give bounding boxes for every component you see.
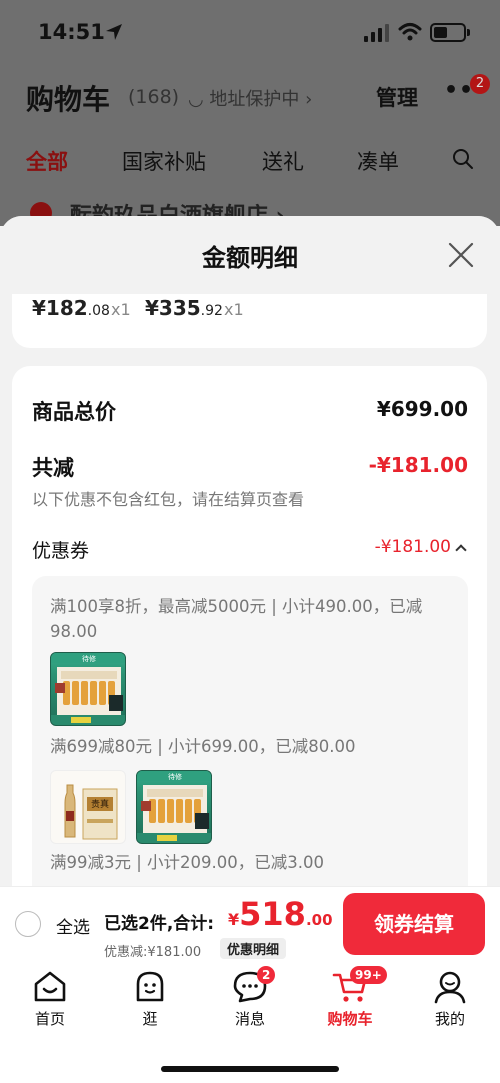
coupon-rule-2: 满699减80元 | 小计699.00，已减80.00	[50, 737, 356, 756]
close-icon[interactable]	[446, 240, 476, 270]
price-item-1: ¥182.08	[32, 296, 110, 320]
checkout-bar: 全选 已选2件,合计: ¥518.00 优惠减:¥181.00 优惠明细 领券结…	[0, 886, 500, 962]
select-all-label[interactable]: 全选	[56, 913, 90, 938]
home-indicator[interactable]	[161, 1066, 339, 1072]
select-all-checkbox[interactable]	[15, 911, 41, 937]
product-tag-text: 待修	[82, 654, 96, 663]
product-name-text: 贵真	[91, 798, 109, 810]
cellular-signal-icon	[364, 24, 389, 42]
product-tag-text-2: 待修	[168, 772, 182, 781]
gift-box-bottle-image: 贵真	[64, 784, 118, 840]
total-amount: ¥518.00	[228, 895, 333, 933]
sheet-title: 金额明细	[202, 244, 298, 272]
selected-count: 已选2件,合计:	[104, 914, 215, 934]
reduce-label: 共减	[32, 456, 74, 480]
tab-cart[interactable]: 购物车 99+	[310, 966, 390, 1029]
background-cart-header: 购物车 (168) ◡ 地址保护中 › 管理 ••• 2 全部 国家补贴 送礼 …	[0, 66, 500, 229]
tab-messages[interactable]: 消息 2	[210, 966, 290, 1029]
coupon-label: 优惠券	[32, 540, 90, 562]
tab-home-label: 首页	[34, 1010, 65, 1028]
cart-count: (168)	[128, 86, 180, 108]
tab-messages-label: 消息	[234, 1010, 265, 1028]
coupon-toggle[interactable]: -¥181.00	[374, 537, 467, 557]
tab-home[interactable]: 首页	[10, 970, 90, 1029]
qty-item-1: x1	[111, 300, 131, 319]
tab-national-subsidy[interactable]: 国家补贴	[122, 146, 206, 176]
coupon-value: -¥181.00	[374, 537, 451, 557]
sheet-header: 金额明细	[0, 216, 500, 294]
cart-title: 购物车	[26, 83, 111, 116]
tab-profile-label: 我的	[434, 1010, 465, 1028]
total-label: 商品总价	[32, 400, 116, 424]
cart-badge: 99+	[350, 966, 387, 984]
messages-badge: 2	[257, 966, 276, 984]
coupon-details: 满100享8折，最高减5000元 | 小计490.00，已减98.00 待修 满…	[32, 576, 468, 886]
tab-profile[interactable]: 我的	[410, 970, 490, 1029]
checkout-button[interactable]: 领券结算	[343, 893, 485, 955]
manage-button[interactable]: 管理	[376, 82, 418, 112]
tab-browse-label: 逛	[142, 1010, 158, 1028]
coupon-rule-3: 满99减3元 | 小计209.00，已减3.00	[50, 853, 325, 872]
price-breakdown-card: 商品总价 ¥699.00 共减 -¥181.00 以下优惠不包含红包，请在结算页…	[12, 366, 487, 886]
product-thumbnail-gift-box[interactable]: 贵真	[50, 770, 126, 844]
discount-detail-button[interactable]: 优惠明细	[220, 938, 287, 959]
chevron-up-icon	[455, 544, 467, 556]
reduce-value: -¥181.00	[368, 453, 468, 477]
address-protection-link[interactable]: ◡ 地址保护中 ›	[188, 85, 312, 111]
product-thumbnail-liquor-box[interactable]: 待修	[50, 652, 126, 726]
price-item-2: ¥335.92	[145, 296, 223, 320]
profile-icon	[434, 971, 466, 1004]
bottom-tab-bar: 首页 逛 消息 2 购物车 99+ 我的	[0, 962, 500, 1083]
more-badge: 2	[470, 74, 490, 94]
battery-tip	[467, 29, 470, 36]
battery-icon	[430, 23, 466, 42]
discount-note: 以下优惠不包含红包，请在结算页查看	[32, 490, 305, 509]
tab-cart-label: 购物车	[327, 1010, 373, 1028]
search-icon[interactable]	[452, 148, 474, 170]
home-icon	[34, 971, 66, 1002]
tab-all[interactable]: 全部	[26, 146, 68, 176]
product-thumbnail-liquor-box-2[interactable]: 待修	[136, 770, 212, 844]
item-prices-card: ¥182.08 x1 ¥335.92 x1	[12, 294, 487, 348]
tab-bundle[interactable]: 凑单	[357, 146, 399, 176]
status-time: 14:51	[38, 20, 105, 44]
status-bar: 14:51	[0, 0, 500, 66]
coupon-rule-1: 满100享8折，最高减5000元 | 小计490.00，已减98.00	[50, 597, 423, 641]
tab-gift[interactable]: 送礼	[262, 146, 304, 176]
amount-detail-sheet: 金额明细 ¥182.08 x1 ¥335.92 x1 商品总价 ¥699.00 …	[0, 216, 500, 886]
total-value: ¥699.00	[376, 397, 468, 421]
liquor-bottles-image-2: 待修	[137, 771, 211, 843]
cart-tabs: 全部 国家补贴 送礼 凑单	[0, 146, 500, 182]
liquor-bottles-image: 待修	[51, 653, 125, 725]
discount-amount: 优惠减:¥181.00	[104, 945, 202, 960]
wifi-icon	[398, 23, 422, 41]
qty-item-2: x1	[224, 300, 244, 319]
tab-browse[interactable]: 逛	[110, 970, 190, 1029]
browse-face-icon	[136, 971, 164, 1002]
location-arrow-icon	[106, 24, 122, 40]
